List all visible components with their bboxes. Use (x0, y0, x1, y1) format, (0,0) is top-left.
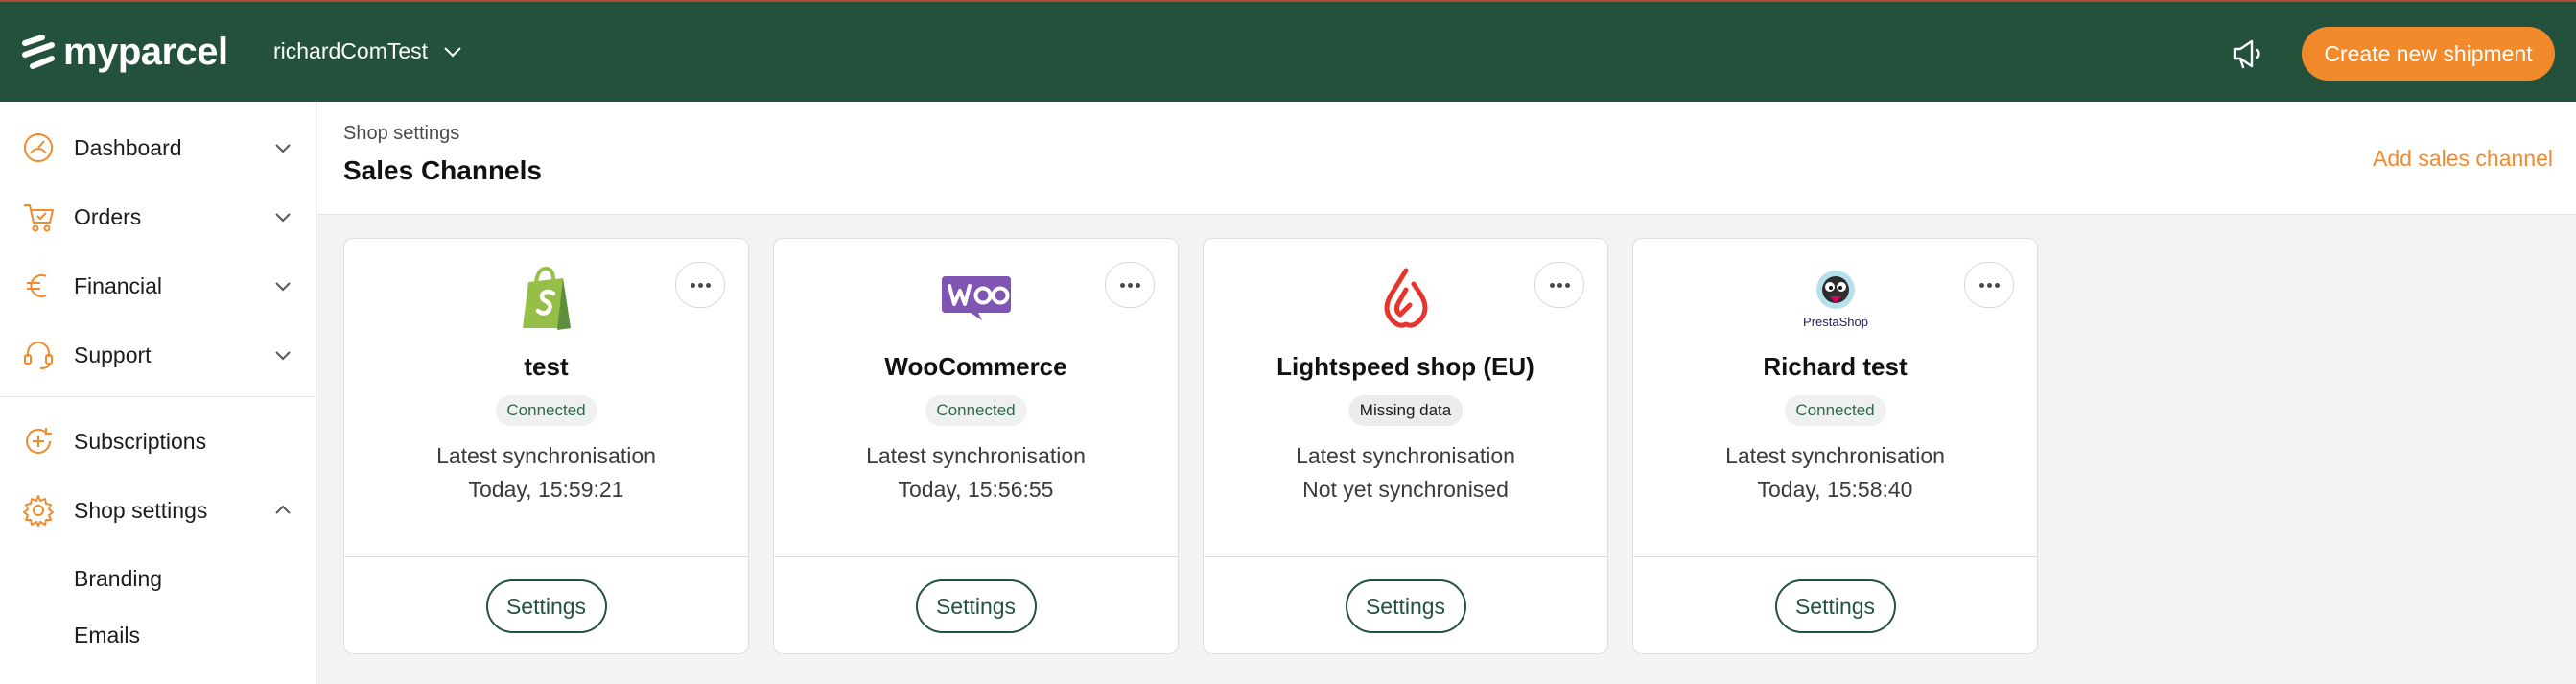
sidebar-item-label: Financial (74, 272, 163, 298)
more-options-button[interactable] (675, 262, 725, 308)
channel-card: test Connected Latest synchronisation To… (343, 238, 749, 654)
channel-card: Lightspeed shop (EU) Missing data Latest… (1203, 238, 1608, 654)
settings-button[interactable]: Settings (1345, 579, 1466, 633)
sidebar: Dashboard Orders Financial Support Subsc… (0, 102, 316, 684)
card-divider (344, 556, 748, 557)
channel-name: test (524, 352, 569, 381)
brand-logo[interactable]: myparcel (21, 31, 228, 74)
page-header: Shop settings Sales Channels Add sales c… (317, 102, 2576, 215)
cart-icon (24, 204, 54, 232)
status-badge: Missing data (1347, 395, 1464, 426)
settings-button[interactable]: Settings (485, 579, 607, 633)
sync-time: Today, 15:58:40 (1757, 477, 1913, 502)
dot-icon (705, 282, 711, 288)
sync-label: Latest synchronisation (1725, 443, 1945, 468)
sidebar-item-shop-settings[interactable]: Shop settings (0, 482, 316, 539)
brand-name: myparcel (63, 31, 228, 73)
prestashop-logo-text: PrestaShop (1803, 315, 1868, 329)
settings-button[interactable]: Settings (915, 579, 1037, 633)
subscriptions-icon (26, 428, 52, 454)
page-title: Sales Channels (343, 155, 542, 185)
sidebar-subitem-branding[interactable]: Branding (74, 566, 162, 592)
chevron-down-icon (275, 213, 291, 223)
sidebar-item-label: Shop settings (74, 497, 208, 523)
shopify-logo-icon (508, 266, 585, 331)
sync-time: Today, 15:56:55 (898, 477, 1054, 502)
lightspeed-logo-icon (1368, 266, 1444, 331)
dot-icon (1986, 282, 1992, 288)
prestashop-logo-icon: PrestaShop (1797, 266, 1874, 331)
settings-button[interactable]: Settings (1774, 579, 1896, 633)
status-badge: Connected (925, 395, 1027, 426)
megaphone-icon[interactable] (2229, 36, 2265, 71)
status-badge: Connected (495, 395, 597, 426)
card-divider (1633, 556, 2037, 557)
dot-icon (690, 282, 695, 288)
dot-icon (1557, 282, 1562, 288)
status-badge: Connected (1784, 395, 1886, 426)
top-bar: myparcel richardComTest Create new shipm… (0, 0, 2576, 102)
card-divider (1204, 556, 1607, 557)
chevron-down-icon (444, 46, 461, 57)
dot-icon (1127, 282, 1133, 288)
account-switcher[interactable]: richardComTest (273, 38, 464, 64)
sidebar-item-financial[interactable]: Financial (0, 257, 316, 315)
sync-time: Today, 15:59:21 (468, 477, 624, 502)
sync-label: Latest synchronisation (1296, 443, 1515, 468)
chevron-down-icon (275, 282, 291, 292)
sidebar-item-orders[interactable]: Orders (0, 188, 316, 246)
chevron-down-icon (275, 351, 291, 361)
woocommerce-logo-icon (938, 266, 1015, 331)
create-shipment-button[interactable]: Create new shipment (2302, 27, 2555, 81)
gear-icon (23, 495, 54, 527)
sidebar-item-label: Subscriptions (74, 428, 207, 454)
more-options-button[interactable] (1105, 262, 1155, 308)
chevron-down-icon (275, 144, 291, 153)
dot-icon (697, 282, 703, 288)
channel-card: PrestaShop Richard test Connected Latest… (1632, 238, 2038, 654)
main-content: Shop settings Sales Channels Add sales c… (317, 102, 2576, 684)
dot-icon (1119, 282, 1125, 288)
sidebar-item-subscriptions[interactable]: Subscriptions (0, 413, 316, 470)
euro-icon (27, 274, 47, 297)
sidebar-item-dashboard[interactable]: Dashboard (0, 119, 316, 177)
dot-icon (1549, 282, 1555, 288)
add-sales-channel-link[interactable]: Add sales channel (2373, 146, 2553, 172)
sync-label: Latest synchronisation (866, 443, 1086, 468)
dot-icon (1564, 282, 1570, 288)
dot-icon (1979, 282, 1984, 288)
sidebar-subitem-emails[interactable]: Emails (74, 623, 140, 649)
sync-time: Not yet synchronised (1302, 477, 1509, 502)
sidebar-divider (0, 396, 316, 397)
sidebar-item-label: Dashboard (74, 134, 182, 160)
dashboard-icon (24, 133, 53, 162)
breadcrumb[interactable]: Shop settings (343, 123, 459, 145)
headset-icon (24, 342, 53, 369)
myparcel-logo-icon (22, 34, 55, 69)
channel-name: Richard test (1763, 352, 1908, 381)
sync-label: Latest synchronisation (436, 443, 656, 468)
sidebar-item-label: Orders (74, 203, 142, 229)
dot-icon (1135, 282, 1140, 288)
channel-card: WooCommerce Connected Latest synchronisa… (773, 238, 1179, 654)
chevron-up-icon (275, 505, 291, 514)
channel-name: Lightspeed shop (EU) (1276, 352, 1534, 381)
more-options-button[interactable] (1534, 262, 1584, 308)
sidebar-item-support[interactable]: Support (0, 326, 316, 384)
dot-icon (1994, 282, 2000, 288)
more-options-button[interactable] (1964, 262, 2014, 308)
card-divider (774, 556, 1178, 557)
channel-name: WooCommerce (884, 352, 1067, 381)
sidebar-item-label: Support (74, 342, 152, 367)
account-name: richardComTest (273, 38, 429, 63)
